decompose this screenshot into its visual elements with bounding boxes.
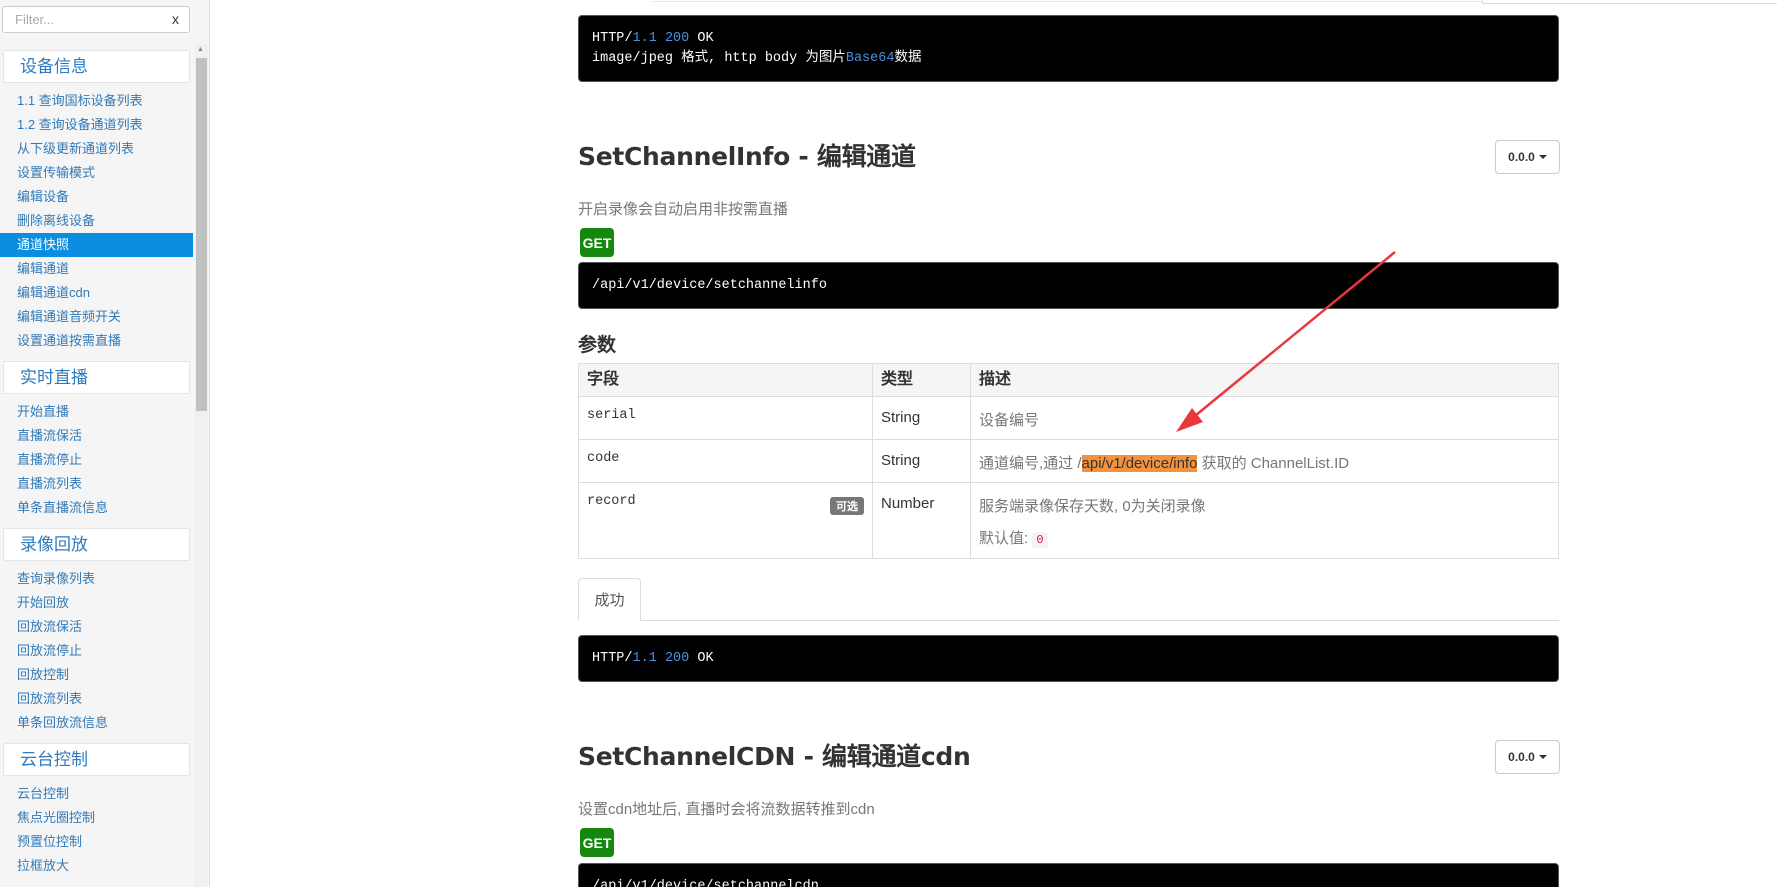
param-type: Number [872,482,971,559]
table-row: code String 通道编号,通过 /api/v1/device/info … [578,439,1559,483]
set-channel-cdn-endpoint: /api/v1/device/setchannelcdn [578,863,1559,887]
param-description: 服务端录像保存天数, 0为关闭录像 默认值: 0 [970,482,1559,559]
highlighted-text: api/v1/device/info [1081,455,1198,472]
caret-down-icon [1538,155,1547,159]
nav-section: 云台控制 云台控制 焦点光圈控制 预置位控制 拉框放大 [0,743,193,878]
column-header-type: 类型 [872,363,971,397]
nav-section: 实时直播开始直播 直播流保活 直播流停止 直播流列表 单条直播流信息 [0,361,193,520]
sidebar-item[interactable]: 直播流保活 [0,424,193,448]
param-field: serial [578,396,873,440]
params-table: 字段 类型 描述 serial String 设备编号 code String … [578,363,1559,559]
param-field: record 可选 [578,482,873,559]
params-heading: 参数 [578,335,617,356]
set-channel-cdn-version-dropdown[interactable]: 0.0.0 [1495,740,1560,774]
top-right-panel-edge [1482,0,1777,4]
nav-section-heading[interactable]: 设备信息 [3,50,190,83]
sidebar-item[interactable]: 开始回放 [0,591,193,615]
param-type: String [872,396,971,440]
sidebar-scrollbar[interactable]: ▲ [195,44,208,887]
sidebar-item[interactable]: 编辑通道cdn [0,281,193,305]
default-value-line: 默认值: 0 [979,527,1550,548]
sidebar-item[interactable]: 编辑通道 [0,257,193,281]
response-status-line: HTTP/1.1 200 OK [592,31,714,46]
sidebar-item[interactable]: 删除离线设备 [0,209,193,233]
filter-box: x [2,6,190,33]
sidebar-item[interactable]: 回放流停止 [0,639,193,663]
column-header-field: 字段 [578,363,873,397]
get-method-badge: GET [580,228,614,257]
sidebar-item[interactable]: 设置传输模式 [0,161,193,185]
sidebar-item[interactable]: 从下级更新通道列表 [0,137,193,161]
response-body-line: image/jpeg 格式, http body 为图片Base64数据 [592,51,922,66]
set-channel-cdn-title: SetChannelCDN - 编辑通道cdn [578,742,971,771]
sidebar-item[interactable]: 查询录像列表 [0,567,193,591]
optional-badge: 可选 [830,497,864,515]
nav-tree: 设备信息 1.1 查询国标设备列表 1.2 查询设备通道列表 从下级更新通道列表 设置传… [0,50,193,887]
nav-section-heading[interactable]: 云台控制 [3,743,190,776]
sidebar-item[interactable]: 预置位控制 [0,830,193,854]
set-channel-info-version-dropdown[interactable]: 0.0.0 [1495,140,1560,174]
params-header-row: 字段 类型 描述 [578,363,1559,397]
filter-input[interactable] [3,7,163,32]
snapshot-response-block: HTTP/1.1 200 OK image/jpeg 格式, http body… [578,15,1559,82]
param-type: String [872,439,971,483]
top-divider [652,0,1482,2]
sidebar-item[interactable]: 通道快照 [0,233,193,257]
sidebar-item[interactable]: 直播流列表 [0,472,193,496]
param-field: code [578,439,873,483]
param-description: 通道编号,通过 /api/v1/device/info 获取的 ChannelL… [970,439,1559,483]
clear-filter-button[interactable]: x [172,11,179,27]
nav-list: 开始直播 直播流保活 直播流停止 直播流列表 单条直播流信息 [0,400,193,520]
sidebar-item[interactable]: 编辑通道音频开关 [0,305,193,329]
set-channel-info-endpoint: /api/v1/device/setchannelinfo [578,262,1559,309]
response-tabs: 成功 [578,578,1559,621]
scroll-up-arrow-icon[interactable]: ▲ [197,46,204,53]
nav-section-heading[interactable]: 录像回放 [3,528,190,561]
sidebar-item[interactable]: 回放控制 [0,663,193,687]
default-value: 0 [1032,532,1048,548]
nav-list: 查询录像列表 开始回放 回放流保活 回放流停止 回放控制 回放流列表 单条回放流信息 [0,567,193,735]
set-channel-info-title: SetChannelInfo - 编辑通道 [578,142,916,171]
set-channel-info-description: 开启录像会自动启用非按需直播 [578,201,789,218]
sidebar-item[interactable]: 焦点光圈控制 [0,806,193,830]
table-row: serial String 设备编号 [578,396,1559,440]
get-method-badge: GET [580,828,614,857]
nav-list: 云台控制 焦点光圈控制 预置位控制 拉框放大 [0,782,193,878]
sidebar-item[interactable]: 1.2 查询设备通道列表 [0,113,193,137]
scrollbar-thumb[interactable] [196,58,207,411]
nav-section: 设备信息 1.1 查询国标设备列表 1.2 查询设备通道列表 从下级更新通道列表 设置传… [0,50,193,353]
sidebar-item[interactable]: 单条回放流信息 [0,711,193,735]
sidebar-item[interactable]: 直播流停止 [0,448,193,472]
sidebar-item[interactable]: 单条直播流信息 [0,496,193,520]
annotation-arrow-icon [1176,251,1396,432]
sidebar-item[interactable]: 云台控制 [0,782,193,806]
sidebar-item[interactable]: 编辑设备 [0,185,193,209]
success-response-block: HTTP/1.1 200 OK [578,635,1559,682]
tab-success[interactable]: 成功 [578,578,641,621]
sidebar-item[interactable]: 拉框放大 [0,854,193,878]
sidebar-item[interactable]: 设置通道按需直播 [0,329,193,353]
sidebar-item[interactable]: 回放流列表 [0,687,193,711]
nav-section: 录像回放查询录像列表 开始回放 回放流保活 回放流停止 回放控制 回放流列表 单条回放流信息 [0,528,193,735]
nav-list: 1.1 查询国标设备列表 1.2 查询设备通道列表 从下级更新通道列表 设置传输模式编… [0,89,193,353]
caret-down-icon [1538,755,1547,759]
table-row: record 可选 Number 服务端录像保存天数, 0为关闭录像 默认值: 0 [578,482,1559,559]
sidebar-item[interactable]: 回放流保活 [0,615,193,639]
nav-section-heading[interactable]: 实时直播 [3,361,190,394]
sidebar-item[interactable]: 开始直播 [0,400,193,424]
set-channel-cdn-description: 设置cdn地址后, 直播时会将流数据转推到cdn [578,801,875,818]
sidebar: x 设备信息 1.1 查询国标设备列表1.2 查询设备通道列表从下级更新通道列表设… [0,0,210,887]
sidebar-item[interactable]: 1.1 查询国标设备列表 [0,89,193,113]
